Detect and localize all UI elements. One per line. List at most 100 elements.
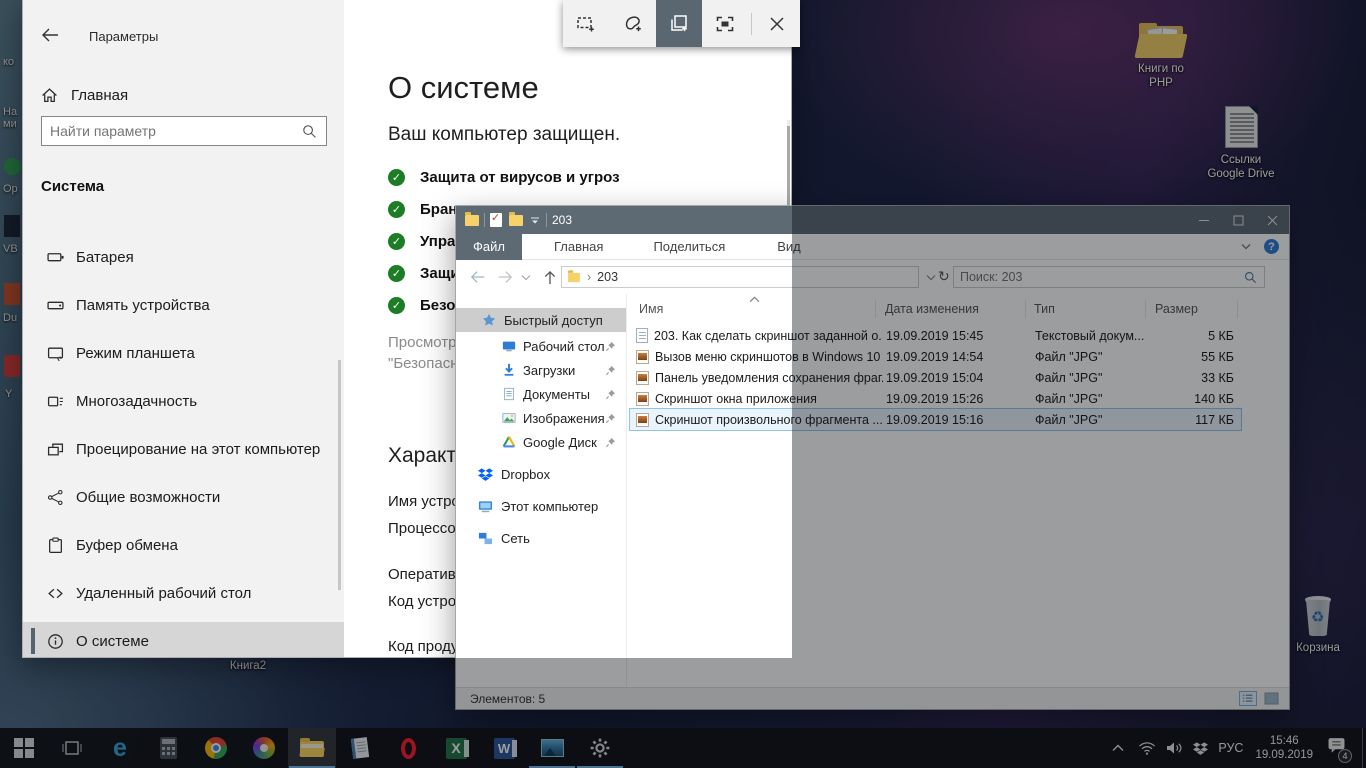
settings-home-item[interactable]: Главная — [41, 80, 331, 110]
refresh-icon[interactable]: ↻ — [938, 268, 950, 285]
chrome-icon — [205, 737, 227, 759]
settings-nav-storage[interactable]: Память устройства — [23, 286, 344, 324]
app-shortcut-icon[interactable] — [4, 158, 21, 175]
taskbar-excel[interactable]: X — [432, 728, 480, 768]
up-icon[interactable] — [543, 270, 557, 285]
tab-share[interactable]: Поделиться — [639, 234, 739, 260]
taskbar-edge[interactable]: e — [96, 728, 144, 768]
column-header-size[interactable]: Размер — [1155, 302, 1198, 316]
nav-network[interactable]: Сеть — [456, 526, 626, 550]
show-desktop-button[interactable] — [1362, 728, 1366, 768]
forward-icon[interactable] — [497, 270, 513, 284]
properties-qat-icon[interactable]: ✓ — [490, 212, 502, 227]
taskbar-settings[interactable] — [576, 728, 624, 768]
desktop-icon-label[interactable]: На ми — [3, 106, 17, 130]
address-box[interactable]: › 203 — [561, 266, 919, 288]
back-button[interactable] — [41, 27, 61, 47]
task-view-button[interactable] — [48, 728, 96, 768]
file-row[interactable]: Панель уведомления сохранения фраг... 19… — [630, 367, 1241, 388]
recent-locations-icon[interactable] — [521, 274, 531, 281]
search-icon[interactable] — [1244, 271, 1257, 284]
close-snip-button[interactable] — [754, 0, 800, 47]
fullscreen-snip-button[interactable] — [702, 0, 748, 47]
taskbar-chrome[interactable] — [192, 728, 240, 768]
desktop-icon-recycle-bin[interactable]: ♻ Корзина — [1292, 596, 1344, 655]
file-row[interactable]: 203. Как сделать скриншот заданной о... … — [630, 325, 1241, 346]
language-indicator[interactable]: РУС — [1218, 741, 1243, 755]
address-dropdown-icon[interactable] — [926, 274, 936, 281]
sort-ascending-icon[interactable] — [749, 296, 760, 303]
search-icon[interactable] — [302, 124, 317, 139]
ribbon-expand-icon[interactable] — [1240, 243, 1252, 251]
taskbar-notepad[interactable] — [336, 728, 384, 768]
rectangular-snip-button[interactable] — [563, 0, 609, 47]
nav-downloads[interactable]: Загрузки — [456, 358, 626, 382]
clock[interactable]: 15:46 19.09.2019 — [1255, 734, 1313, 762]
file-row-selected[interactable]: Скриншот произвольного фрагмента ... 19.… — [629, 408, 1242, 431]
breadcrumb[interactable]: 203 — [597, 270, 618, 284]
nav-pictures[interactable]: Изображения — [456, 406, 626, 430]
desktop-icon-label[interactable]: Du — [3, 312, 17, 324]
settings-nav-clipboard[interactable]: Буфер обмена — [23, 526, 344, 564]
help-icon[interactable]: ? — [1264, 239, 1279, 254]
tray-expand-icon[interactable] — [1112, 744, 1124, 752]
nav-quick-access[interactable]: Быстрый доступ — [456, 308, 626, 332]
details-view-icon[interactable] — [1239, 691, 1257, 706]
taskbar-calculator[interactable] — [144, 728, 192, 768]
nav-google-drive[interactable]: Google Диск — [456, 430, 626, 454]
explorer-title-bar[interactable]: ✓ 203 — [456, 206, 1289, 234]
wifi-icon[interactable] — [1138, 741, 1156, 755]
maximize-button[interactable] — [1221, 206, 1255, 234]
settings-nav-about[interactable]: О системе — [23, 622, 344, 657]
taskbar-word[interactable]: W — [480, 728, 528, 768]
settings-search-input[interactable] — [42, 123, 302, 139]
app-shortcut-icon[interactable] — [4, 355, 20, 377]
settings-nav-multitasking[interactable]: Многозадачность — [23, 382, 344, 420]
settings-nav-shared-experiences[interactable]: Общие возможности — [23, 478, 344, 516]
taskbar-photos[interactable] — [528, 728, 576, 768]
desktop-icon-google-drive-links[interactable]: Ссылки Google Drive — [1198, 106, 1284, 181]
settings-nav-tablet-mode[interactable]: Режим планшета — [23, 334, 344, 372]
app-shortcut-icon[interactable] — [4, 283, 20, 305]
start-button[interactable] — [0, 728, 48, 768]
tab-file[interactable]: Файл — [456, 233, 522, 260]
taskbar-opera[interactable] — [384, 728, 432, 768]
action-center-button[interactable]: 4 — [1327, 737, 1352, 763]
new-folder-qat-icon[interactable] — [509, 211, 523, 226]
sidebar-scrollbar[interactable] — [338, 360, 341, 590]
window-snip-button[interactable] — [655, 0, 703, 47]
dropbox-tray-icon[interactable] — [1193, 741, 1209, 756]
thumbnail-view-icon[interactable] — [1263, 691, 1281, 706]
qat-customize-icon[interactable] — [529, 215, 541, 225]
taskbar-paint[interactable] — [240, 728, 288, 768]
settings-nav-remote-desktop[interactable]: Удаленный рабочий стол — [23, 574, 344, 612]
desktop-icon-kniga2[interactable]: Книга2 — [215, 659, 281, 673]
desktop-icon-label[interactable]: VB — [3, 243, 18, 255]
tab-view[interactable]: Вид — [763, 234, 815, 260]
file-row[interactable]: Скриншот окна приложения 19.09.2019 15:2… — [630, 388, 1241, 409]
nav-this-pc[interactable]: Этот компьютер — [456, 494, 626, 518]
minimize-button[interactable] — [1187, 206, 1221, 234]
nav-documents[interactable]: Документы — [456, 382, 626, 406]
tab-home[interactable]: Главная — [540, 234, 617, 260]
desktop-icon-books-php[interactable]: Книги по PHP — [1125, 22, 1197, 90]
nav-dropbox[interactable]: Dropbox — [456, 462, 626, 486]
taskbar-file-explorer[interactable] — [288, 728, 336, 768]
explorer-search-input[interactable] — [954, 270, 1244, 284]
column-header-name[interactable]: Имя — [639, 302, 663, 316]
app-shortcut-icon[interactable] — [4, 215, 20, 237]
desktop-icon-label[interactable]: Op — [3, 183, 18, 195]
desktop-icon-label[interactable]: Y — [5, 388, 12, 400]
settings-nav-battery[interactable]: Батарея — [23, 238, 344, 276]
column-header-date[interactable]: Дата изменения — [885, 302, 979, 316]
nav-desktop[interactable]: Рабочий стол — [456, 334, 626, 358]
back-icon[interactable] — [470, 270, 486, 284]
column-header-type[interactable]: Тип — [1034, 302, 1055, 316]
file-row[interactable]: Вызов меню скриншотов в Windows 10 19.09… — [630, 346, 1241, 367]
close-button[interactable] — [1255, 206, 1289, 234]
settings-nav-projecting[interactable]: Проецирование на этот компьютер — [23, 430, 344, 468]
volume-icon[interactable] — [1166, 741, 1183, 755]
freeform-snip-button[interactable] — [609, 0, 655, 47]
jpg-file-icon — [636, 412, 649, 427]
desktop-icon-label[interactable]: ко — [3, 56, 14, 68]
